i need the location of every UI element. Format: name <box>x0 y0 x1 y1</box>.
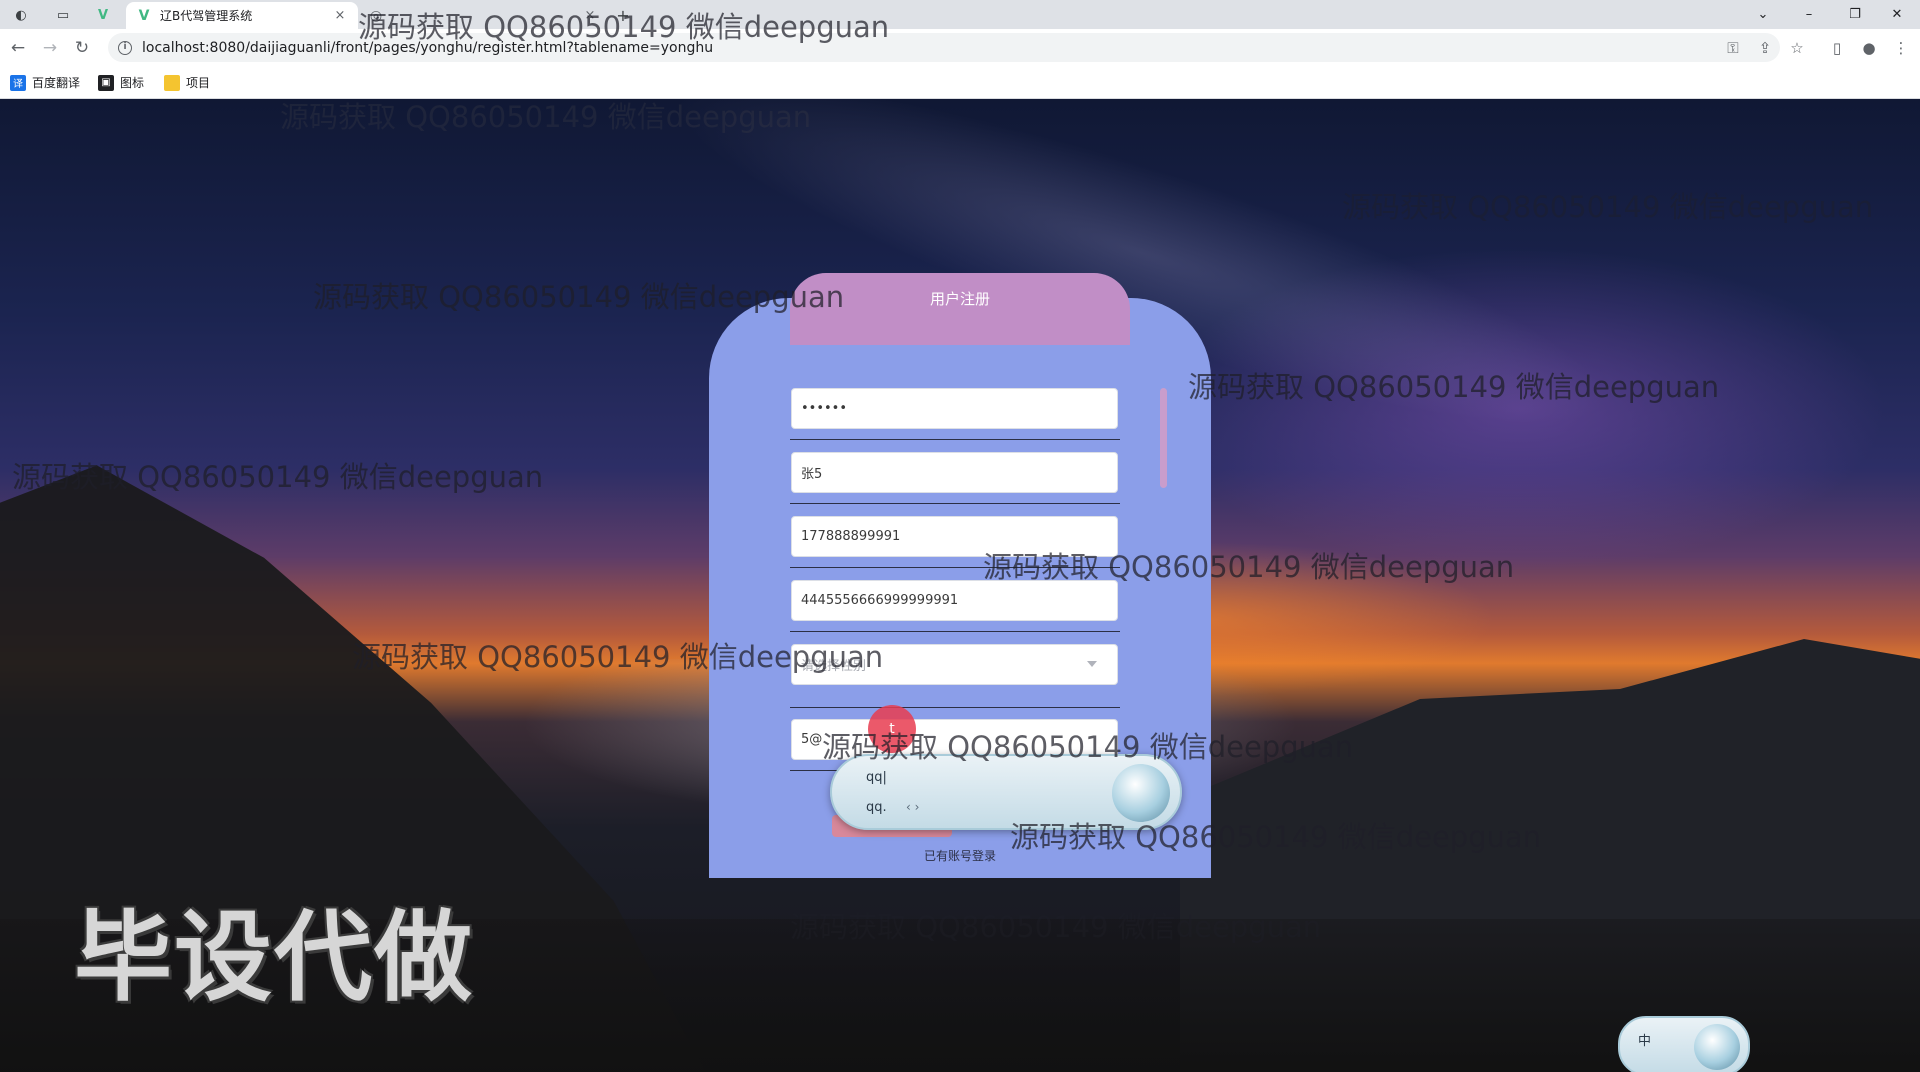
side-panel-icon[interactable]: ▯ <box>1826 37 1848 59</box>
watermark: 源码获取 QQ86050149 微信deepguan <box>280 100 812 134</box>
browser-menu-icon[interactable]: ◐ <box>10 4 32 26</box>
image-icon: ▣ <box>98 74 114 91</box>
watermark: 源码获取 QQ86050149 微信deepguan <box>12 460 544 494</box>
bookmark-label: 项目 <box>186 76 211 90</box>
folder-icon <box>164 74 180 91</box>
password-key-icon[interactable]: ⚿ <box>1722 37 1744 59</box>
field-underline <box>790 631 1120 632</box>
vue-favicon-icon: V <box>138 7 150 24</box>
tab-close-icon[interactable]: × <box>332 8 348 23</box>
reload-icon[interactable]: ↻ <box>69 35 95 61</box>
ime-candidate[interactable]: qq. <box>866 800 887 815</box>
name-field[interactable]: 张5 <box>791 452 1118 493</box>
forward-icon[interactable]: → <box>37 35 63 61</box>
more-menu-icon[interactable]: ⋮ <box>1890 37 1912 59</box>
watermark: 源码获取 QQ86050149 微信deepguan <box>1342 190 1874 224</box>
minimize-icon[interactable]: – <box>1786 0 1832 29</box>
watermark: 源码获取 QQ86050149 微信deepguan <box>1010 820 1542 854</box>
back-icon[interactable]: ← <box>5 35 31 61</box>
ime-mode-label[interactable]: 中 <box>1638 1030 1651 1049</box>
tab-search-icon[interactable]: ⌄ <box>1740 0 1786 29</box>
chevron-down-icon <box>1087 661 1097 667</box>
watermark: 源码获取 QQ86050149 微信deepguan <box>358 10 890 44</box>
bookmark-star-icon[interactable]: ☆ <box>1786 37 1808 59</box>
site-info-icon[interactable]: i <box>118 40 132 55</box>
browser-toolbar: ← → ↻ i localhost:8080/daijiaguanli/fron… <box>0 29 1920 66</box>
bookmark-label: 图标 <box>120 76 145 90</box>
field-underline <box>790 503 1120 504</box>
ime-composition: qq| <box>866 770 887 785</box>
field-underline <box>790 439 1120 440</box>
bookmark-baidu-translate[interactable]: 译 百度翻译 <box>10 74 80 91</box>
password-field[interactable]: •••••• <box>791 388 1118 429</box>
watermark: 源码获取 QQ86050149 微信deepguan <box>790 910 1322 944</box>
ime-status-bar[interactable]: 中 <box>1618 1016 1750 1072</box>
bookmark-project-folder[interactable]: 项目 <box>164 74 210 91</box>
share-icon[interactable]: ⇪ <box>1754 37 1776 59</box>
translate-icon: 译 <box>10 74 26 91</box>
tab-title: 辽B代驾管理系统 <box>160 9 253 23</box>
watermark: 源码获取 QQ86050149 微信deepguan <box>352 640 884 674</box>
ime-page-arrows[interactable]: ‹ › <box>906 800 919 814</box>
bookmark-label: 百度翻译 <box>32 76 81 90</box>
ime-skin-orb-icon <box>1694 1024 1740 1070</box>
browser-tabstrip: ◐ ▭ V V 辽B代驾管理系统 × ◎ × + ⌄ – ❐ ✕ <box>0 0 1920 29</box>
watermark: 源码获取 QQ86050149 微信deepguan <box>1188 370 1720 404</box>
close-window-icon[interactable]: ✕ <box>1874 0 1920 29</box>
watermark: 源码获取 QQ86050149 微信deepguan <box>983 550 1515 584</box>
tab-group-icon[interactable]: ▭ <box>52 4 74 26</box>
bookmark-icons[interactable]: ▣ 图标 <box>98 74 144 91</box>
tab-active[interactable]: V 辽B代驾管理系统 × <box>126 2 358 29</box>
login-link[interactable]: 已有账号登录 <box>900 847 1020 864</box>
watermark: 源码获取 QQ86050149 微信deepguan <box>822 730 1354 764</box>
overlay-banner-text: 毕设代做 <box>74 901 475 1015</box>
field-underline <box>790 707 1120 708</box>
id-number-field[interactable]: 4445556666999999991 <box>791 580 1118 621</box>
pinned-tab-vue-icon[interactable]: V <box>92 4 114 26</box>
watermark: 源码获取 QQ86050149 微信deepguan <box>313 280 845 314</box>
profile-avatar-icon[interactable]: ● <box>1858 37 1880 59</box>
restore-icon[interactable]: ❐ <box>1832 0 1878 29</box>
form-scrollbar[interactable] <box>1160 388 1167 488</box>
